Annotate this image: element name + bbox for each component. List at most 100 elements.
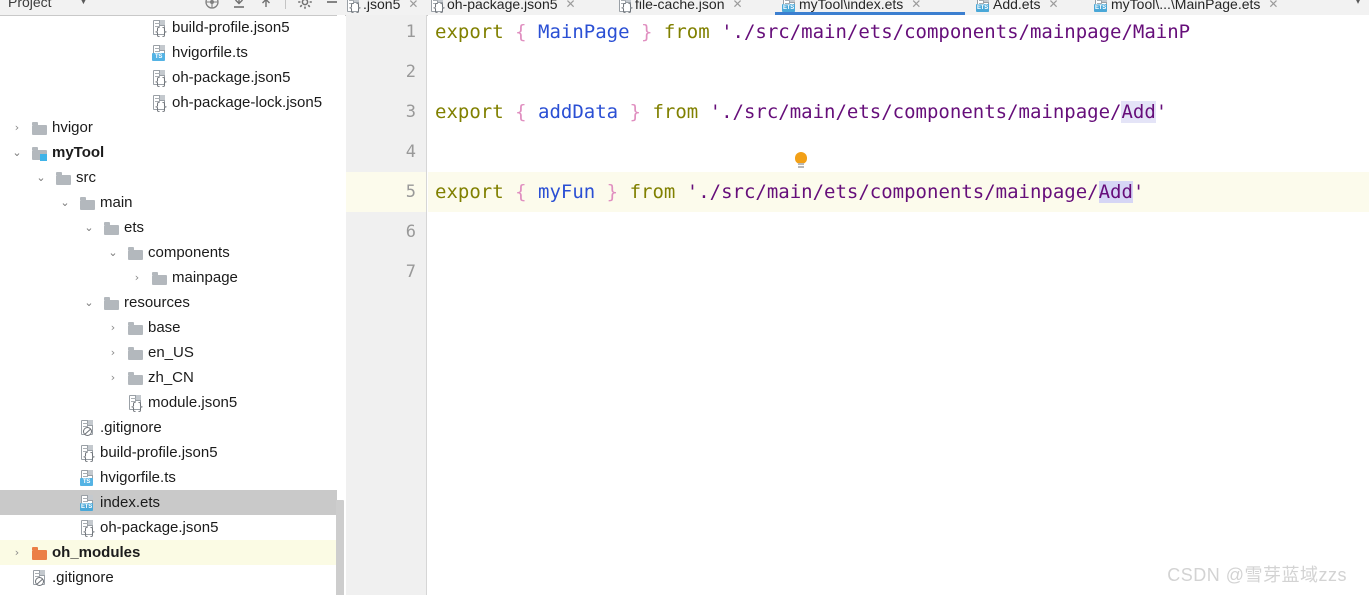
- folder-icon: [152, 272, 168, 285]
- json5-file-icon: {}: [80, 445, 96, 462]
- collapse-all-icon[interactable]: [231, 0, 247, 10]
- code-line[interactable]: export { myFun } from './src/main/ets/co…: [435, 172, 1144, 212]
- panel-title: Project: [8, 0, 52, 10]
- tree-row-label: .gitignore: [52, 569, 114, 586]
- close-icon[interactable]: ✕: [733, 0, 743, 11]
- chevron-down-icon[interactable]: ⌄: [106, 240, 120, 265]
- chevron-down-icon[interactable]: ⌄: [82, 290, 96, 315]
- tree-row[interactable]: {} oh-package.json5: [0, 515, 338, 540]
- line-number: 1: [405, 22, 416, 42]
- editor-tab-label: myTool\index.ets: [799, 0, 904, 12]
- json5-file-icon: {}: [152, 95, 168, 112]
- editor-tab[interactable]: {} file-cache.json ✕: [618, 0, 743, 15]
- editor-tab-label: myTool\...\MainPage.ets: [1111, 0, 1261, 12]
- chevron-right-icon[interactable]: ›: [106, 315, 120, 340]
- tree-row-label: oh-package-lock.json5: [172, 94, 323, 111]
- json5-file-icon: {}: [80, 520, 96, 537]
- line-number: 3: [405, 102, 416, 122]
- editor-tab-label: Add.ets: [993, 0, 1041, 12]
- ets-file-icon: ETS: [1094, 0, 1108, 12]
- chevron-down-icon[interactable]: ▼: [78, 0, 89, 7]
- tree-row[interactable]: .gitignore: [0, 415, 338, 440]
- gear-icon[interactable]: [297, 0, 313, 10]
- tree-row[interactable]: .gitignore: [0, 565, 338, 590]
- tree-row[interactable]: {} oh-package.json5: [0, 65, 338, 90]
- code-token: }: [606, 181, 619, 203]
- locate-icon[interactable]: [204, 0, 220, 10]
- code-token: Add: [1121, 101, 1156, 123]
- hide-panel-icon[interactable]: [324, 0, 340, 10]
- editor-tab-label: oh-package.json5: [447, 0, 558, 12]
- tree-row[interactable]: ⌄ ets: [0, 215, 338, 240]
- tree-row[interactable]: ⌄ components: [0, 240, 338, 265]
- code-token: from: [629, 181, 676, 203]
- editor-tab[interactable]: ETS myTool\...\MainPage.ets ✕: [1094, 0, 1278, 15]
- tree-row[interactable]: › zh_CN: [0, 365, 338, 390]
- close-icon[interactable]: ✕: [911, 0, 921, 11]
- tree-row[interactable]: ⌄ main: [0, 190, 338, 215]
- tree-row-label: zh_CN: [148, 369, 194, 386]
- chevron-down-icon[interactable]: ⌄: [10, 140, 24, 165]
- chevron-right-icon[interactable]: ›: [106, 340, 120, 365]
- tree-row[interactable]: {} build-profile.json5: [0, 15, 338, 40]
- line-number: 7: [405, 262, 416, 282]
- tree-row[interactable]: {} build-profile.json5: [0, 440, 338, 465]
- line-number: 4: [405, 142, 416, 162]
- code-token: ': [1155, 101, 1168, 123]
- chevron-down-icon[interactable]: ⌄: [58, 190, 72, 215]
- code-token: './src/main/ets/components/mainpage/Main…: [721, 21, 1191, 43]
- close-icon[interactable]: ✕: [1048, 0, 1058, 11]
- tree-row-label: ets: [124, 219, 145, 236]
- tree-row[interactable]: ⌄ myTool: [0, 140, 338, 165]
- code-token: ': [1132, 181, 1145, 203]
- editor-tab-bar[interactable]: ▾ {} .json5 ✕{} oh-package.json5 ✕{} file-cac…: [346, 0, 1369, 16]
- close-icon[interactable]: ✕: [408, 0, 418, 11]
- editor-tab[interactable]: ETS Add.ets ✕: [976, 0, 1059, 15]
- tree-row-label: module.json5: [148, 394, 238, 411]
- tree-row[interactable]: TS hvigorfile.ts: [0, 465, 338, 490]
- tabs-overflow-chevron-icon[interactable]: ▾: [1355, 0, 1361, 7]
- tree-row[interactable]: {} oh-package-lock.json5: [0, 90, 338, 115]
- expand-all-icon[interactable]: [258, 0, 274, 10]
- json5-file-icon: {}: [346, 0, 362, 13]
- tree-row[interactable]: › mainpage: [0, 265, 338, 290]
- ets-file-icon: ETS: [782, 0, 796, 12]
- code-token: MainPage: [538, 21, 630, 43]
- project-scrollbar-track[interactable]: [336, 15, 345, 595]
- tree-row[interactable]: {} module.json5: [0, 390, 338, 415]
- editor-gutter[interactable]: 1 2 3 4 5 6 7: [346, 15, 427, 595]
- code-editor-pane[interactable]: export { MainPage } from './src/main/ets…: [428, 15, 1369, 595]
- chevron-right-icon[interactable]: ›: [106, 365, 120, 390]
- intention-lightbulb-icon[interactable]: [795, 152, 808, 169]
- code-line[interactable]: export { addData } from './src/main/ets/…: [435, 92, 1167, 132]
- tree-row-label: main: [100, 194, 133, 211]
- module-folder-icon: [32, 147, 48, 161]
- chevron-right-icon[interactable]: ›: [10, 540, 24, 565]
- tree-row[interactable]: › hvigor: [0, 115, 338, 140]
- tree-row[interactable]: TS hvigorfile.ts: [0, 40, 338, 65]
- editor-tab[interactable]: {} oh-package.json5 ✕: [430, 0, 576, 15]
- folder-icon: [80, 197, 96, 210]
- project-scrollbar-thumb[interactable]: [336, 500, 344, 595]
- code-line[interactable]: export { MainPage } from './src/main/ets…: [435, 15, 1190, 52]
- chevron-right-icon[interactable]: ›: [130, 265, 144, 290]
- folder-icon: [104, 222, 120, 235]
- chevron-down-icon[interactable]: ⌄: [82, 215, 96, 240]
- tree-row[interactable]: › en_US: [0, 340, 338, 365]
- tree-row[interactable]: ⌄ src: [0, 165, 338, 190]
- tree-row[interactable]: ⌄ resources: [0, 290, 338, 315]
- close-icon[interactable]: ✕: [1268, 0, 1278, 11]
- chevron-right-icon[interactable]: ›: [10, 115, 24, 140]
- tree-row[interactable]: › oh_modules: [0, 540, 338, 565]
- folder-icon: [128, 372, 144, 385]
- project-file-tree[interactable]: {} build-profile.json5 TS hvigorfile.ts{} oh…: [0, 15, 338, 595]
- tree-row[interactable]: ETS index.ets: [0, 490, 338, 515]
- chevron-down-icon[interactable]: ⌄: [34, 165, 48, 190]
- tree-row[interactable]: › base: [0, 315, 338, 340]
- ets-file-icon: ETS: [976, 0, 990, 12]
- close-icon[interactable]: ✕: [566, 0, 576, 11]
- editor-area: ▾ {} .json5 ✕{} oh-package.json5 ✕{} file-cac…: [346, 0, 1369, 595]
- tree-row-label: build-profile.json5: [100, 444, 218, 461]
